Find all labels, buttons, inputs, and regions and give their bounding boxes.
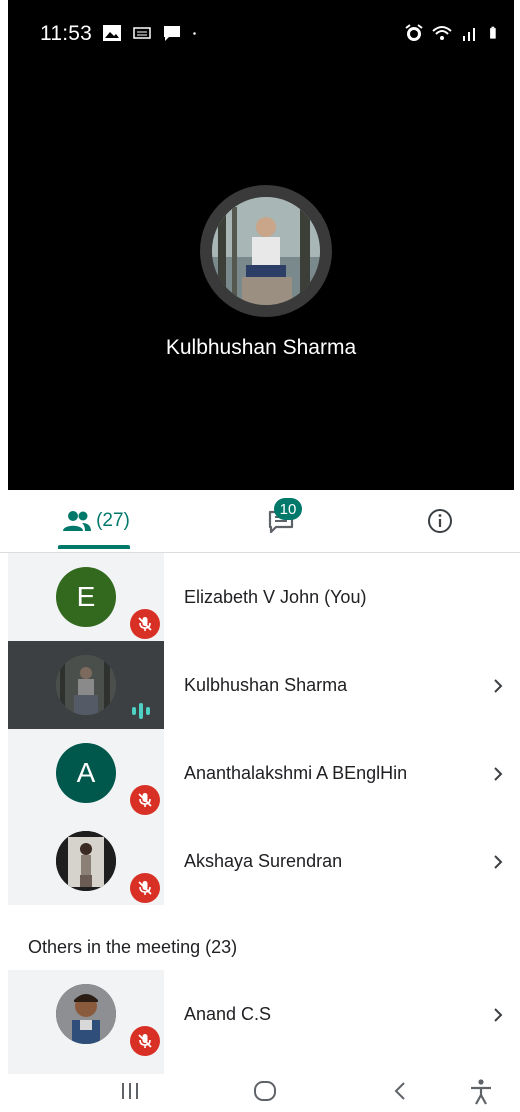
avatar: A bbox=[56, 743, 116, 803]
image-icon bbox=[103, 25, 121, 41]
mic-off-icon bbox=[130, 785, 160, 815]
sim-icon bbox=[133, 27, 151, 39]
speaker-avatar-ring bbox=[200, 185, 332, 317]
people-count: (27) bbox=[96, 510, 130, 531]
participant-name: Anand C.S bbox=[184, 1004, 272, 1024]
avatar bbox=[56, 984, 116, 1044]
recent-apps-icon[interactable] bbox=[118, 1078, 142, 1104]
system-nav-bar bbox=[0, 1074, 520, 1112]
participant-name: Kulbhushan Sharma bbox=[184, 675, 348, 695]
participant-row[interactable]: Akshaya Surendran bbox=[0, 817, 520, 905]
status-bar: 11:53 bbox=[8, 0, 514, 64]
speaking-indicator-icon bbox=[132, 703, 150, 719]
speaker-name: Kulbhushan Sharma bbox=[165, 336, 357, 359]
accessibility-icon[interactable] bbox=[468, 1078, 494, 1106]
participant-row[interactable]: Kulbhushan Sharma bbox=[0, 641, 520, 729]
wifi-icon bbox=[432, 26, 452, 40]
participant-row[interactable]: E Elizabeth V John (You) bbox=[0, 553, 520, 641]
speaker-avatar bbox=[212, 197, 320, 305]
avatar: E bbox=[56, 567, 116, 627]
battery-icon bbox=[490, 26, 496, 39]
others-section-header: Others in the meeting (23) bbox=[28, 937, 238, 957]
message-icon bbox=[164, 26, 180, 41]
participant-name: Ananthalakshmi A BEnglHin bbox=[184, 763, 408, 783]
participant-photo bbox=[56, 984, 116, 1044]
tab-people[interactable]: (27) bbox=[46, 490, 146, 552]
tab-chat[interactable]: 10 bbox=[246, 490, 316, 552]
tab-info[interactable] bbox=[416, 490, 464, 552]
participant-list: E Elizabeth V John (You) Kulbhushan Shar… bbox=[0, 553, 520, 905]
dot-icon bbox=[193, 32, 196, 35]
speaker-photo bbox=[212, 197, 320, 305]
signal-icon bbox=[463, 28, 475, 41]
back-icon[interactable] bbox=[390, 1078, 410, 1104]
info-icon bbox=[428, 509, 452, 533]
avatar bbox=[56, 831, 116, 891]
alarm-icon bbox=[405, 24, 423, 41]
participant-name: Akshaya Surendran bbox=[184, 851, 343, 871]
status-time: 11:53 bbox=[40, 22, 92, 45]
tab-active-indicator bbox=[58, 545, 130, 549]
participant-photo bbox=[56, 831, 116, 891]
mic-off-icon bbox=[130, 609, 160, 639]
chevron-right-icon[interactable] bbox=[492, 1006, 504, 1024]
chevron-right-icon[interactable] bbox=[492, 677, 504, 695]
tab-bar: (27) 10 bbox=[0, 490, 520, 553]
home-icon[interactable] bbox=[252, 1078, 278, 1104]
video-area: 11:53 Kulbhushan Sharma bbox=[8, 0, 514, 490]
chevron-right-icon[interactable] bbox=[492, 853, 504, 871]
chevron-right-icon[interactable] bbox=[492, 765, 504, 783]
avatar bbox=[56, 655, 116, 715]
mic-off-icon bbox=[130, 1026, 160, 1056]
people-icon bbox=[63, 511, 92, 531]
participant-photo bbox=[56, 655, 116, 715]
participant-name: Elizabeth V John (You) bbox=[184, 587, 367, 607]
mic-off-icon bbox=[130, 873, 160, 903]
others-list: Anand C.S bbox=[0, 970, 520, 1078]
chat-unread-badge: 10 bbox=[274, 498, 302, 520]
participant-row[interactable]: Anand C.S bbox=[0, 970, 520, 1058]
participant-row[interactable]: A Ananthalakshmi A BEnglHin bbox=[0, 729, 520, 817]
